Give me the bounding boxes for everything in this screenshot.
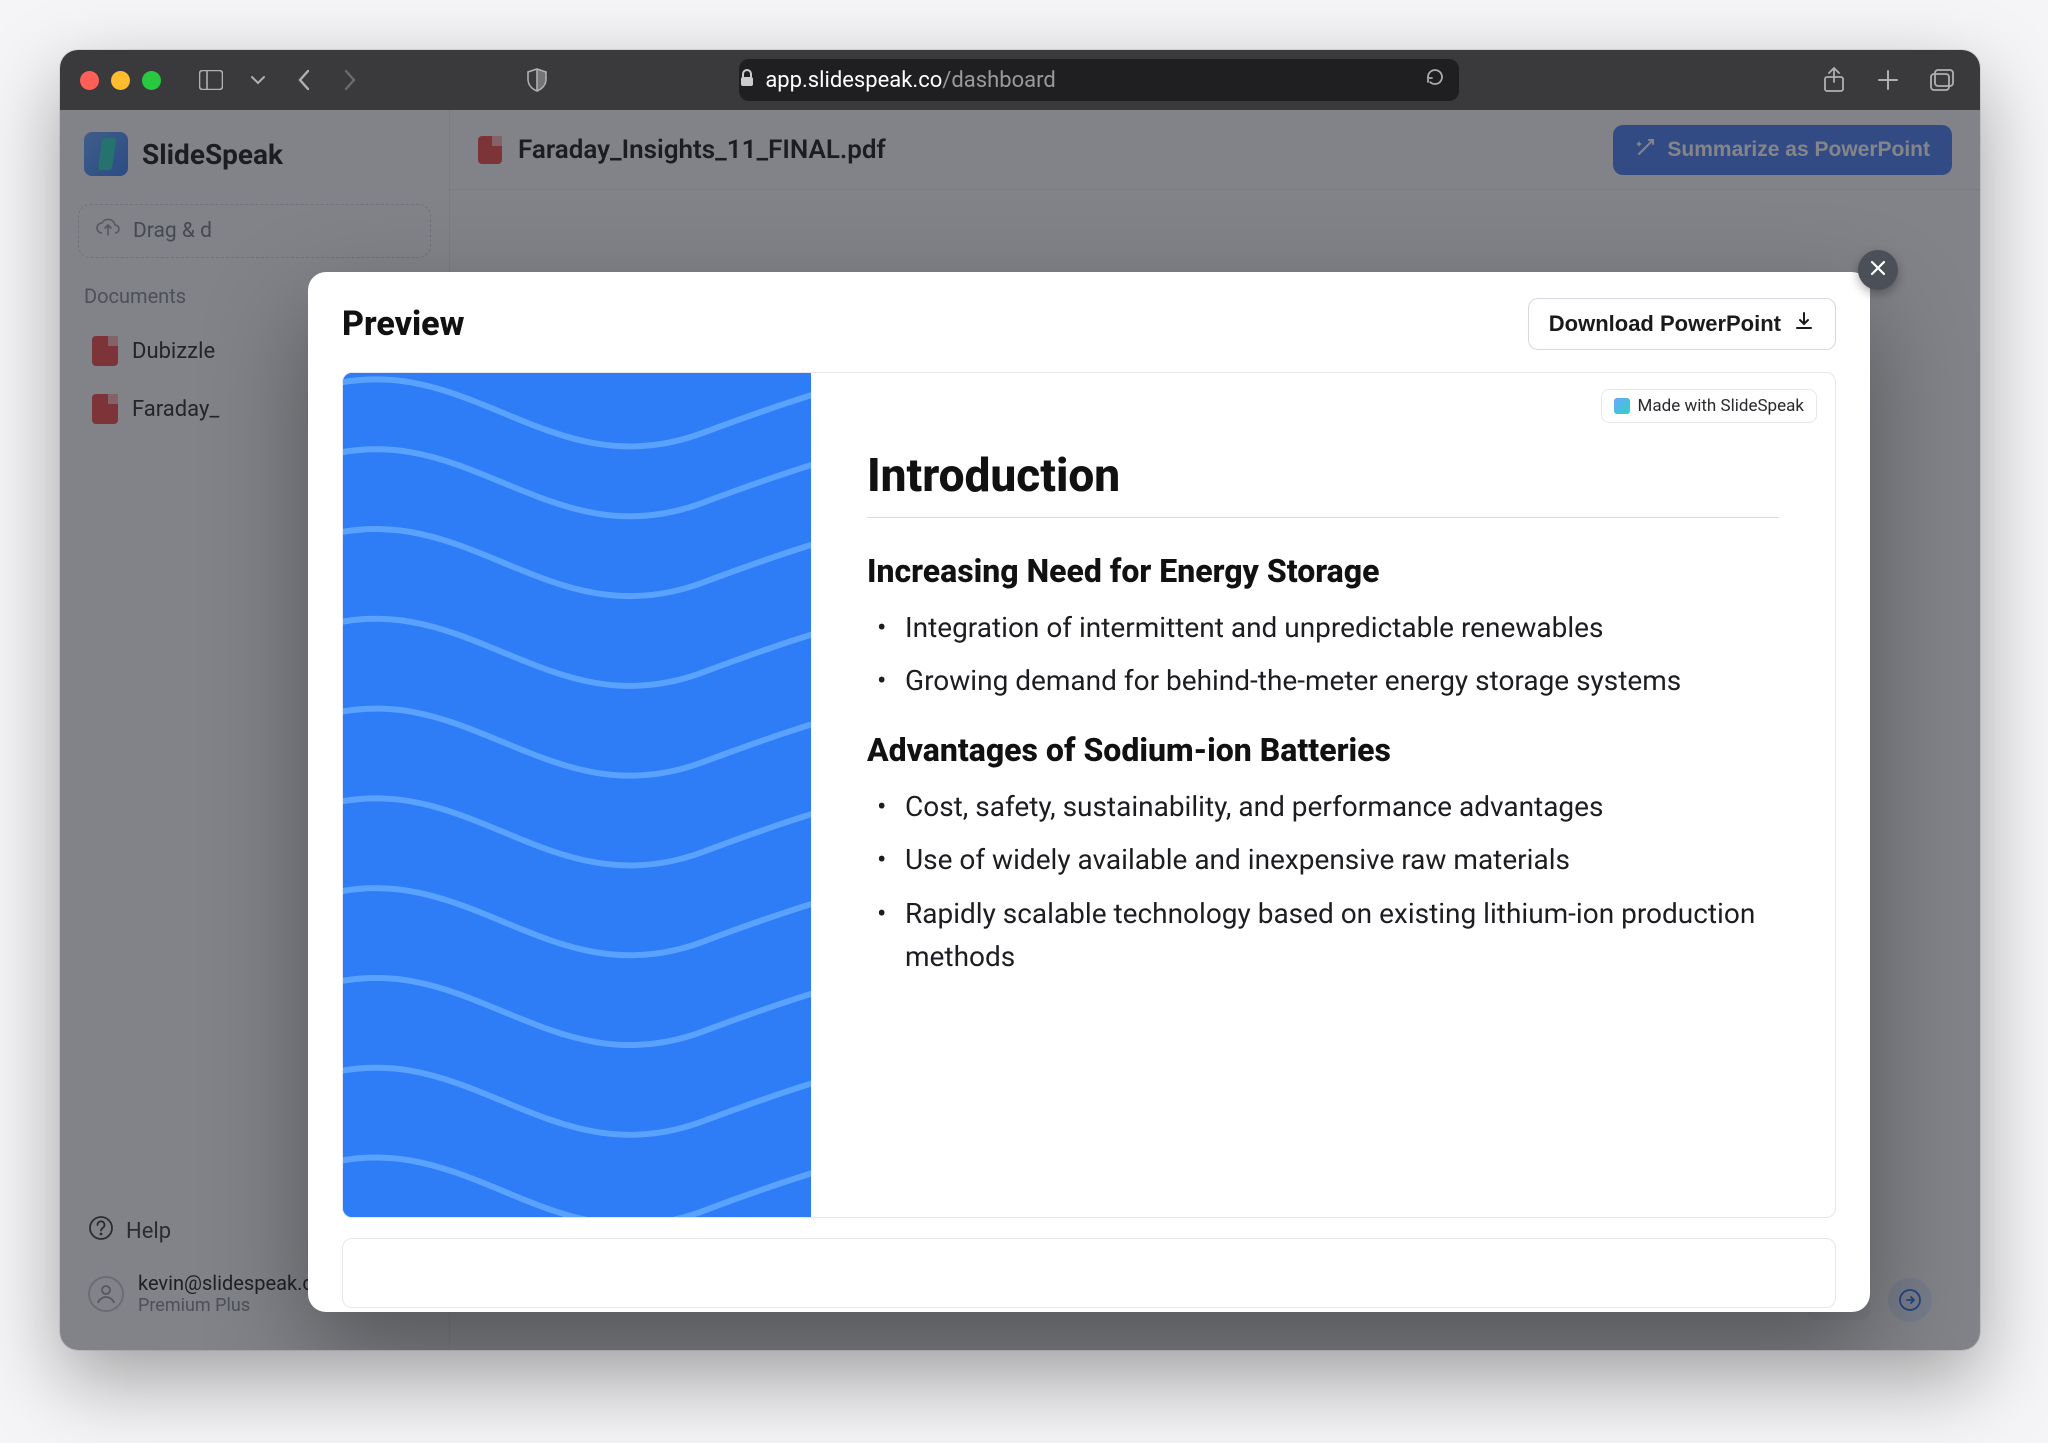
- slide-bullet: Integration of intermittent and unpredic…: [877, 606, 1779, 649]
- close-window-button[interactable]: [80, 71, 99, 90]
- close-icon: [1869, 258, 1887, 283]
- refresh-icon[interactable]: [1425, 67, 1445, 93]
- slide-content: Made with SlideSpeak Introduction Increa…: [811, 373, 1835, 1217]
- download-powerpoint-button[interactable]: Download PowerPoint: [1528, 298, 1836, 350]
- next-slide-preview[interactable]: [342, 1238, 1836, 1308]
- slide-bullet: Cost, safety, sustainability, and perfor…: [877, 785, 1779, 828]
- nav-forward-icon[interactable]: [333, 62, 367, 98]
- slide-bullet: Use of widely available and inexpensive …: [877, 838, 1779, 881]
- made-with-badge: Made with SlideSpeak: [1601, 389, 1817, 423]
- browser-window: app.slidespeak.co/dashboard SlideSpeak: [60, 50, 1980, 1350]
- browser-titlebar: app.slidespeak.co/dashboard: [60, 50, 1980, 110]
- badge-text: Made with SlideSpeak: [1638, 396, 1804, 416]
- slide-section-title: Advantages of Sodium-ion Batteries: [867, 731, 1779, 769]
- maximize-window-button[interactable]: [142, 71, 161, 90]
- slidespeak-mini-icon: [1614, 398, 1630, 414]
- slide-preview: Made with SlideSpeak Introduction Increa…: [342, 372, 1836, 1218]
- download-label: Download PowerPoint: [1549, 311, 1781, 337]
- modal-title: Preview: [342, 304, 464, 344]
- slide-bullet: Growing demand for behind-the-meter ener…: [877, 659, 1779, 702]
- url-host: app.slidespeak.co: [765, 68, 942, 93]
- slide-decoration: [343, 373, 811, 1217]
- nav-back-icon[interactable]: [287, 62, 321, 98]
- tabs-overview-icon[interactable]: [1924, 62, 1960, 98]
- address-bar[interactable]: app.slidespeak.co/dashboard: [739, 59, 1459, 101]
- slide-heading: Introduction: [867, 449, 1779, 503]
- share-icon[interactable]: [1816, 62, 1852, 98]
- slide-bullet-list: Cost, safety, sustainability, and perfor…: [867, 785, 1779, 979]
- slide-bullet-list: Integration of intermittent and unpredic…: [867, 606, 1779, 703]
- window-controls: [80, 71, 161, 90]
- preview-modal: Preview Download PowerPoint: [308, 272, 1870, 1312]
- slide-bullet: Rapidly scalable technology based on exi…: [877, 892, 1779, 979]
- sidebar-toggle-icon[interactable]: [193, 62, 229, 98]
- download-icon: [1793, 310, 1815, 338]
- modal-header: Preview Download PowerPoint: [308, 272, 1870, 372]
- slide-section-title: Increasing Need for Energy Storage: [867, 552, 1779, 590]
- close-modal-button[interactable]: [1858, 250, 1898, 290]
- lock-icon: [739, 69, 755, 92]
- minimize-window-button[interactable]: [111, 71, 130, 90]
- titlebar-dropdown-icon[interactable]: [241, 62, 275, 98]
- url-path: /dashboard: [942, 68, 1055, 93]
- privacy-shield-icon[interactable]: [519, 62, 555, 98]
- new-tab-icon[interactable]: [1870, 62, 1906, 98]
- slide-divider: [867, 517, 1779, 518]
